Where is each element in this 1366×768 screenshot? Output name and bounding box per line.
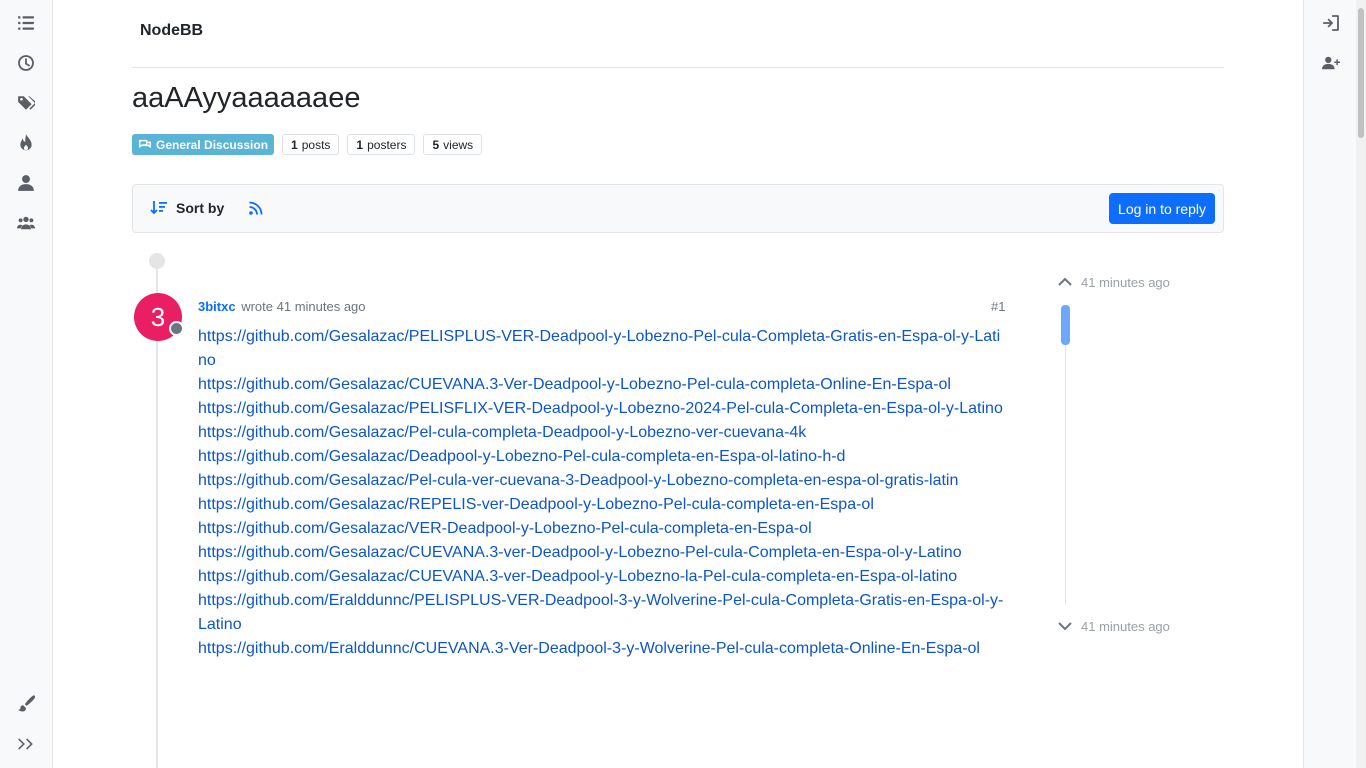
register-user-plus-icon[interactable] bbox=[1320, 52, 1342, 74]
post-link[interactable]: https://github.com/Gesalazac/CUEVANA.3-v… bbox=[198, 565, 1008, 589]
post-wrote-label: wrote bbox=[241, 299, 273, 314]
category-badge[interactable]: General Discussion bbox=[132, 134, 275, 155]
category-label: General Discussion bbox=[156, 137, 269, 152]
brand-name[interactable]: NodeBB bbox=[140, 22, 203, 40]
navigator-down[interactable]: 41 minutes ago bbox=[1057, 618, 1170, 634]
posters-count-label: posters bbox=[367, 137, 407, 152]
sort-by-button[interactable]: Sort by bbox=[150, 199, 224, 217]
post-link[interactable]: https://github.com/Gesalazac/CUEVANA.3-v… bbox=[198, 541, 1008, 565]
navigator-track[interactable] bbox=[1065, 305, 1066, 605]
post-link[interactable]: https://github.com/Gesalazac/Deadpool-y-… bbox=[198, 445, 1008, 469]
login-icon[interactable] bbox=[1320, 12, 1342, 34]
post-link[interactable]: https://github.com/Eralddunnc/CUEVANA.3-… bbox=[198, 637, 1008, 661]
post-index[interactable]: #1 bbox=[991, 299, 1005, 314]
post-timestamp[interactable]: 41 minutes ago bbox=[277, 299, 366, 314]
topic-title: aaAAyyaaaaaaee bbox=[132, 82, 361, 114]
chevron-down-icon bbox=[1058, 622, 1072, 631]
topic-meta: General Discussion 1 posts 1 posters 5 view… bbox=[132, 134, 483, 155]
posts-count-label: posts bbox=[301, 137, 331, 152]
skin-brush-icon[interactable] bbox=[15, 692, 37, 714]
tags-icon[interactable] bbox=[15, 92, 37, 114]
sort-icon bbox=[150, 201, 167, 215]
navigator-handle[interactable] bbox=[1061, 305, 1070, 345]
views-count-label: views bbox=[443, 137, 474, 152]
post-link[interactable]: https://github.com/Gesalazac/REPELIS-ver… bbox=[198, 493, 1008, 517]
rss-icon[interactable] bbox=[248, 200, 264, 216]
views-count-value: 5 bbox=[432, 137, 440, 152]
navigator-bottom-time: 41 minutes ago bbox=[1081, 618, 1170, 634]
timeline-start-dot bbox=[149, 253, 165, 269]
post-link[interactable]: https://github.com/Gesalazac/Pel-cula-ve… bbox=[198, 469, 1008, 493]
log-in-to-reply-button[interactable]: Log in to reply bbox=[1109, 193, 1215, 224]
posters-count: 1 posters bbox=[347, 134, 416, 155]
post-link[interactable]: https://github.com/Gesalazac/VER-Deadpoo… bbox=[198, 517, 1008, 541]
post-link[interactable]: https://github.com/Gesalazac/CUEVANA.3-V… bbox=[198, 373, 1008, 397]
post-link[interactable]: https://github.com/Gesalazac/PELISFLIX-V… bbox=[198, 397, 1008, 421]
navigator-top-time: 41 minutes ago bbox=[1081, 274, 1170, 290]
post-link[interactable]: https://github.com/Gesalazac/Pel-cula-co… bbox=[198, 421, 1008, 445]
posters-count-value: 1 bbox=[356, 137, 364, 152]
post-author[interactable]: 3bitxc bbox=[198, 299, 236, 314]
navigator-up[interactable]: 41 minutes ago bbox=[1057, 274, 1170, 290]
comments-icon bbox=[139, 139, 151, 148]
views-count: 5 views bbox=[423, 134, 483, 155]
posts-count: 1 posts bbox=[282, 134, 340, 155]
post-header: 3bitxc wrote 41 minutes ago bbox=[198, 299, 366, 314]
popular-fire-icon[interactable] bbox=[15, 132, 37, 154]
post-link[interactable]: https://github.com/Gesalazac/PELISPLUS-V… bbox=[198, 325, 1008, 373]
recent-clock-icon[interactable] bbox=[15, 52, 37, 74]
chevron-up-icon bbox=[1058, 277, 1072, 286]
groups-icon[interactable] bbox=[15, 212, 37, 234]
header-divider bbox=[132, 67, 1224, 68]
users-icon[interactable] bbox=[15, 172, 37, 194]
offline-status-dot bbox=[169, 321, 184, 336]
post-link[interactable]: https://github.com/Eralddunnc/PELISPLUS-… bbox=[198, 589, 1008, 637]
left-sidebar bbox=[0, 0, 53, 768]
sort-by-label: Sort by bbox=[176, 200, 225, 216]
posts-count-value: 1 bbox=[291, 137, 298, 152]
categories-list-icon[interactable] bbox=[15, 12, 37, 34]
expand-sidebar-icon[interactable] bbox=[15, 733, 37, 755]
post-content: https://github.com/Gesalazac/PELISPLUS-V… bbox=[198, 325, 1008, 661]
right-sidebar bbox=[1303, 0, 1356, 768]
page-scrollbar[interactable] bbox=[1356, 0, 1366, 768]
scrollbar-thumb[interactable] bbox=[1358, 8, 1364, 138]
topic-toolbar: Sort by Log in to reply bbox=[132, 184, 1224, 233]
